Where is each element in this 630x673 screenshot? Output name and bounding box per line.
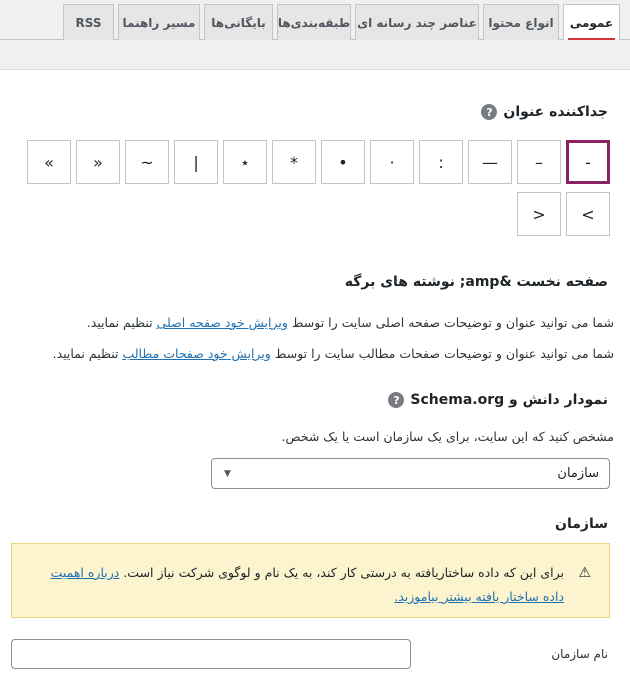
tab-content-types[interactable]: انواع محتوا — [483, 4, 559, 40]
knowledge-graph-description: مشخص کنید که این سایت، برای یک سازمان اس… — [281, 429, 615, 444]
homepage-description: شما می توانید عنوان و توضیحات صفحه اصلی … — [87, 315, 614, 330]
organization-name-input[interactable] — [11, 639, 411, 669]
select-value: سازمان — [557, 466, 599, 481]
title-separator-heading: جداکننده عنوان ? — [481, 104, 608, 120]
separator-option-bullet[interactable]: • — [321, 140, 365, 184]
homepage-text: شما می توانید عنوان و توضیحات صفحه اصلی … — [287, 315, 614, 330]
separator-option-star[interactable]: ⋆ — [223, 140, 267, 184]
separator-option-greater-than[interactable]: > — [566, 192, 610, 236]
warning-triangle-icon: ⚠ — [578, 565, 591, 581]
edit-homepage-link[interactable]: ویرایش خود صفحه اصلی — [157, 315, 288, 330]
posts-page-description: شما می توانید عنوان و توضیحات صفحات مطال… — [53, 346, 614, 361]
separator-option-middle-dot[interactable]: · — [370, 140, 414, 184]
edit-posts-page-link[interactable]: ویرایش خود صفحات مطالب — [122, 346, 270, 361]
tab-media[interactable]: عناصر چند رسانه ای — [355, 4, 479, 40]
homepage-heading: صفحه نخست &amp; نوشته های برگه — [344, 274, 608, 290]
knowledge-graph-label: نمودار دانش و Schema.org — [410, 392, 608, 408]
question-circle-icon[interactable]: ? — [388, 392, 405, 408]
separator-option-less-than[interactable]: < — [517, 192, 561, 236]
tab-content-top-band — [0, 40, 630, 70]
tab-breadcrumbs[interactable]: مسیر راهنما — [118, 4, 200, 40]
organization-person-select[interactable]: سازمان ▼ — [211, 458, 610, 489]
posts-page-text: شما می توانید عنوان و توضیحات صفحات مطال… — [270, 346, 614, 361]
homepage-text-end: تنظیم نمایید. — [86, 315, 157, 330]
tab-rss[interactable]: RSS — [63, 4, 114, 40]
organization-heading: سازمان — [555, 516, 608, 532]
organization-name-label: نام سازمان — [551, 647, 608, 661]
settings-panel: جداکننده عنوان ? - – — : · • * ⋆ | ~ « »… — [0, 70, 630, 673]
warning-notice: ⚠ برای این که داده ساختاریافته به درستی … — [11, 543, 610, 618]
separator-option-hyphen[interactable]: - — [566, 140, 610, 184]
separator-option-pipe[interactable]: | — [174, 140, 218, 184]
posts-page-text-end: تنظیم نمایید. — [52, 346, 123, 361]
separator-option-tilde[interactable]: ~ — [125, 140, 169, 184]
separator-option-left-guillemet[interactable]: « — [76, 140, 120, 184]
notice-text: برای این که داده ساختاریافته به درستی کا… — [44, 561, 564, 609]
chevron-down-icon: ▼ — [224, 468, 231, 479]
separator-option-em-dash[interactable]: — — [468, 140, 512, 184]
tab-bar: عمومی انواع محتوا عناصر چند رسانه ای طبق… — [0, 0, 630, 41]
tab-general[interactable]: عمومی — [563, 4, 620, 41]
question-circle-icon[interactable]: ? — [481, 104, 498, 120]
tab-taxonomies[interactable]: طبقه‌بندی‌ها — [277, 4, 351, 40]
title-separator-label: جداکننده عنوان — [503, 104, 608, 120]
knowledge-graph-heading: نمودار دانش و Schema.org ? — [388, 392, 608, 408]
separator-option-right-guillemet[interactable]: » — [27, 140, 71, 184]
separator-option-en-dash[interactable]: – — [517, 140, 561, 184]
tab-archives[interactable]: بایگانی‌ها — [204, 4, 273, 40]
separator-option-colon[interactable]: : — [419, 140, 463, 184]
notice-message: برای این که داده ساختاریافته به درستی کا… — [119, 565, 564, 580]
separator-option-asterisk[interactable]: * — [272, 140, 316, 184]
